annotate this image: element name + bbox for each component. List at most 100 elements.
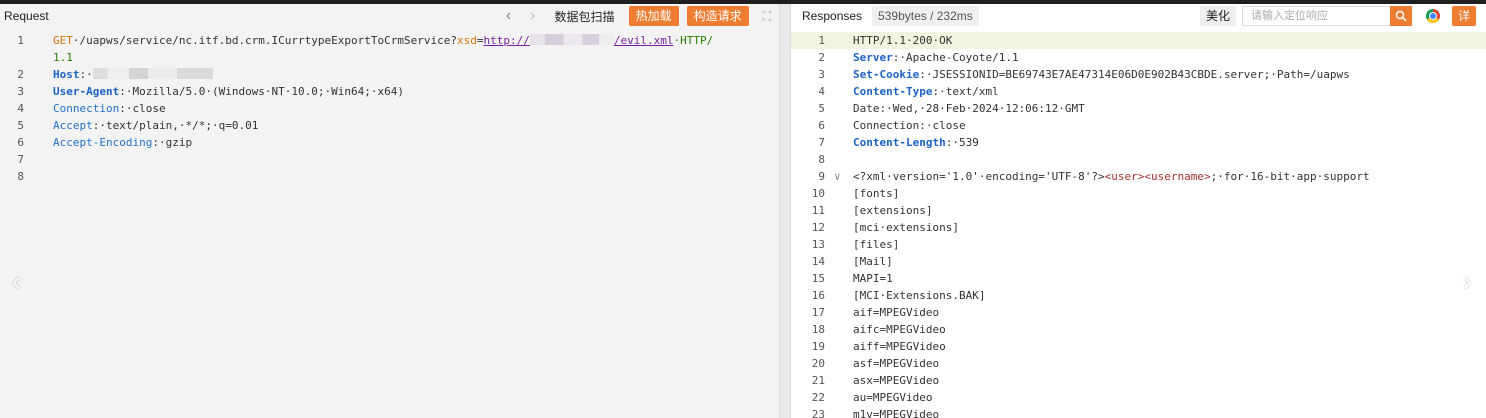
line-number: 15: [811, 272, 825, 285]
code-token: au=MPEGVideo: [853, 391, 933, 404]
request-pane: Request ‹ › 数据包扫描 热加载 构造请求 ⛶ 1 GET·/uapws…: [0, 4, 779, 418]
code-token: :·Apache-Coyote/1.1: [892, 51, 1019, 64]
line-number: 9: [818, 170, 825, 183]
request-code-line: 1.1: [0, 49, 779, 66]
code-text: GET·/uapws/service/nc.itf.bd.crm.ICurrty…: [53, 32, 713, 49]
response-code-line: 12 [mci·extensions]: [791, 219, 1486, 236]
response-code-line: 15 MAPI=1: [791, 270, 1486, 287]
code-token: Accept-Encoding: [53, 136, 153, 149]
code-token: Date:·Wed,·28·Feb·2024·12:06:12·GMT: [853, 102, 1085, 115]
request-code-line: 2 Host:·: [0, 66, 779, 83]
code-text: User-Agent:·Mozilla/5.0·(Windows·NT·10.0…: [53, 83, 404, 100]
code-token: ·/uapws/service/nc.itf.bd.crm.ICurrtypeE…: [72, 34, 457, 47]
request-toolbar: ‹ › 数据包扫描 热加载 构造请求 ⛶: [501, 4, 771, 28]
code-text: asx=MPEGVideo: [853, 372, 939, 389]
hot-load-button[interactable]: 热加载: [628, 6, 679, 26]
code-text: Server:·Apache-Coyote/1.1: [853, 49, 1019, 66]
code-token: Content-Type: [853, 85, 933, 98]
request-code-line: 8: [0, 168, 779, 185]
expand-icon[interactable]: ⛶: [763, 9, 771, 24]
code-token: aifc=MPEGVideo: [853, 323, 946, 336]
code-token: :·Mozilla/5.0·(Windows·NT·10.0;·Win64;·x…: [119, 85, 405, 98]
code-token: MAPI=1: [853, 272, 893, 285]
code-token: Content-Length: [853, 136, 946, 149]
line-number: 2: [818, 51, 825, 64]
beautify-button[interactable]: 美化: [1200, 6, 1237, 26]
pane-splitter[interactable]: [779, 4, 791, 418]
code-token: [MCI·Extensions.BAK]: [853, 289, 986, 302]
code-token: [fonts]: [853, 187, 900, 200]
code-text: <?xml·version='1.0'·encoding='UTF-8'?><u…: [853, 168, 1370, 185]
code-token: Server: [853, 51, 893, 64]
code-text: Content-Length:·539: [853, 134, 979, 151]
line-number: 2: [17, 68, 24, 81]
code-text: [mci·extensions]: [853, 219, 959, 236]
code-token: :·text/plain,·*/*;·q=0.01: [92, 119, 259, 132]
code-text: Connection:·close: [853, 117, 966, 134]
code-token: Connection: [53, 102, 120, 115]
line-number: 14: [811, 255, 825, 268]
next-arrow-icon[interactable]: ›: [525, 6, 541, 26]
code-token: :·JSESSIONID=BE69743E7AE47314E06D0E902B4…: [919, 68, 1350, 81]
response-toolbar: 美化 请输入定位响应 详: [1200, 6, 1477, 26]
code-token: <?xml·version='1.0'·encoding='UTF-8'?>: [853, 170, 1105, 183]
redacted-host: [92, 68, 213, 79]
code-token: :·close: [119, 102, 166, 115]
code-token: Host: [53, 68, 80, 81]
response-code-line: 11 [extensions]: [791, 202, 1486, 219]
line-number: 12: [811, 221, 825, 234]
response-viewer[interactable]: 1 HTTP/1.1·200·OK 2 Server:·Apache-Coyote/1…: [791, 32, 1486, 418]
line-number: 1: [17, 34, 24, 47]
request-editor[interactable]: 1 GET·/uapws/service/nc.itf.bd.crm.ICurrt…: [0, 32, 779, 418]
request-code-line: 7: [0, 151, 779, 168]
code-token: ;·for·16-bit·app·support: [1210, 170, 1370, 183]
line-number: 20: [811, 357, 825, 370]
chrome-browser-icon[interactable]: [1426, 9, 1441, 23]
request-code-line: 1 GET·/uapws/service/nc.itf.bd.crm.ICurrt…: [0, 32, 779, 49]
response-header: Responses 539bytes / 232ms 美化 请输入定位响应 详: [791, 4, 1486, 28]
redacted-host: [529, 34, 614, 45]
packet-scan-button[interactable]: 数据包扫描: [549, 8, 621, 25]
code-text: au=MPEGVideo: [853, 389, 932, 406]
line-number: 6: [818, 119, 825, 132]
search-button[interactable]: [1390, 6, 1413, 26]
line-number: 5: [17, 119, 24, 132]
code-token: ·HTTP/: [673, 34, 714, 47]
code-text: Content-Type:·text/xml: [853, 83, 999, 100]
response-code-line: 17 aif=MPEGVideo: [791, 304, 1486, 321]
line-number: 3: [17, 85, 24, 98]
response-code-line: 22 au=MPEGVideo: [791, 389, 1486, 406]
code-token: aif=MPEGVideo: [853, 306, 940, 319]
request-code-line: 5 Accept:·text/plain,·*/*;·q=0.01: [0, 117, 779, 134]
code-text: HTTP/1.1·200·OK: [853, 32, 952, 49]
response-code-line: 6 Connection:·close: [791, 117, 1486, 134]
code-token: HTTP/1.1·200·OK: [853, 34, 953, 47]
code-token: Accept: [53, 119, 93, 132]
line-number: 4: [17, 102, 24, 115]
response-code-line: 23 m1v=MPEGVideo: [791, 406, 1486, 418]
code-text: asf=MPEGVideo: [853, 355, 939, 372]
build-request-button[interactable]: 构造请求: [686, 6, 749, 26]
response-search-input[interactable]: 请输入定位响应: [1242, 6, 1391, 26]
left-side-arrow-icon[interactable]: ‹: [12, 266, 21, 297]
line-number: 23: [811, 408, 825, 418]
line-number: 7: [818, 136, 825, 149]
response-code-line: 21 asx=MPEGVideo: [791, 372, 1486, 389]
prev-arrow-icon[interactable]: ‹: [501, 6, 517, 26]
search-icon: [1395, 10, 1407, 22]
right-side-arrow-icon[interactable]: ›: [1463, 266, 1472, 297]
line-number: 22: [811, 391, 825, 404]
fold-toggle-icon[interactable]: ∨: [834, 168, 841, 185]
code-token: Connection:·close: [853, 119, 966, 132]
request-code-line: 4 Connection:·close: [0, 100, 779, 117]
code-text: aif=MPEGVideo: [853, 304, 939, 321]
code-text: Connection:·close: [53, 100, 166, 117]
detail-button[interactable]: 详: [1452, 6, 1477, 26]
line-number: 11: [811, 204, 825, 217]
line-number: 21: [811, 374, 825, 387]
response-code-line: 2 Server:·Apache-Coyote/1.1: [791, 49, 1486, 66]
response-code-line: 14 [Mail]: [791, 253, 1486, 270]
code-token: [Mail]: [853, 255, 893, 268]
response-code-line: 9 ∨ <?xml·version='1.0'·encoding='UTF-8'?>…: [791, 168, 1486, 185]
request-code-line: 3 User-Agent:·Mozilla/5.0·(Windows·NT·10.…: [0, 83, 779, 100]
